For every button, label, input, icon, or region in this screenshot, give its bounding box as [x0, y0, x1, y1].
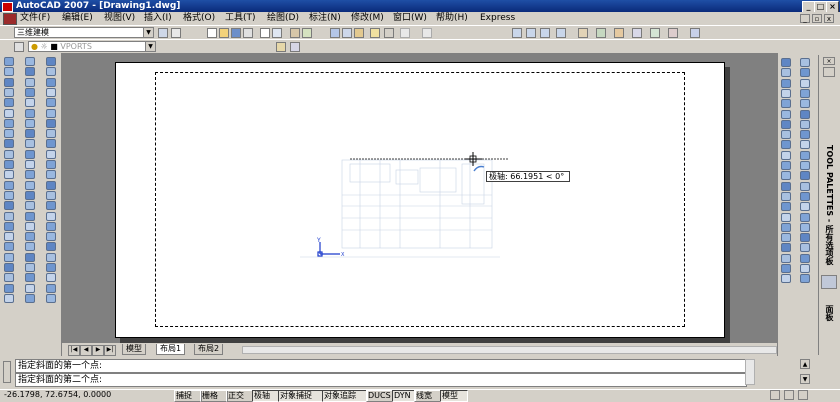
point-tool-icon[interactable]: [800, 181, 810, 191]
polyline-tool-icon[interactable]: [800, 264, 810, 273]
drawing-geometry: Y X: [300, 152, 508, 258]
status-toggle-9[interactable]: 模型: [440, 390, 468, 402]
polyline-tool-icon[interactable]: [781, 78, 791, 88]
panel-title: 面板: [825, 305, 834, 321]
line-tool-icon[interactable]: [800, 243, 810, 253]
command-scroll-track[interactable]: [745, 359, 755, 385]
status-toggle-3[interactable]: 极轴: [252, 390, 280, 402]
tool-palettes-window[interactable]: × TOOL PALETTES - 所有选项板 面板: [818, 55, 840, 355]
insert-block-tool-icon[interactable]: [800, 161, 810, 170]
polyline-tool-icon[interactable]: [781, 264, 791, 273]
point-tool-icon[interactable]: [781, 181, 791, 191]
tool-palettes-title: TOOL PALETTES - 所有选项板: [825, 145, 834, 266]
make-block-tool-icon[interactable]: [800, 171, 810, 181]
status-toggle-8[interactable]: 线宽: [414, 390, 442, 402]
ellipse-tool-icon[interactable]: [800, 150, 810, 160]
communication-center-icon[interactable]: [770, 390, 780, 400]
region-tool-icon[interactable]: [781, 212, 791, 222]
properties-icon[interactable]: [823, 67, 835, 77]
polyline-tool-icon[interactable]: [800, 78, 810, 88]
last-tab-icon[interactable]: ▶|: [104, 345, 116, 356]
command-window: 指定斜面的第一个点: 指定斜面的第二个点: ▲ ▼: [0, 357, 840, 389]
region-tool-icon[interactable]: [800, 212, 810, 222]
construction-line-tool-icon[interactable]: [800, 253, 810, 263]
ucs-y-label: Y: [316, 237, 321, 244]
prev-tab-icon[interactable]: ◀: [80, 345, 92, 356]
command-history-line: 指定斜面的第一个点:: [15, 359, 747, 373]
ucs-x-label: X: [341, 252, 345, 258]
polar-tooltip: 极轴: 66.1951 < 0°: [486, 171, 570, 182]
hatch-tool-icon[interactable]: [781, 191, 791, 201]
polygon-tool-icon[interactable]: [800, 88, 810, 98]
make-block-tool-icon[interactable]: [781, 171, 791, 181]
line-tool-icon[interactable]: [781, 243, 791, 253]
revision-cloud-tool-icon[interactable]: [781, 130, 791, 140]
gradient-tool-icon[interactable]: [781, 202, 791, 212]
rectangle-tool-icon[interactable]: [800, 99, 810, 109]
command-input-line[interactable]: 指定斜面的第二个点:: [15, 373, 747, 387]
revision-cloud-tool-icon[interactable]: [800, 130, 810, 140]
tab-model[interactable]: 模型: [122, 344, 146, 355]
close-icon[interactable]: ×: [823, 57, 835, 65]
line-tool-icon[interactable]: [781, 58, 791, 67]
construction-line-tool-icon[interactable]: [781, 68, 791, 78]
arc-tool-icon[interactable]: [800, 109, 810, 119]
gradient-tool-icon[interactable]: [800, 202, 810, 212]
palette-tab-icon[interactable]: [821, 275, 837, 289]
multiline-text-tool-icon[interactable]: [800, 233, 810, 243]
scroll-up-icon[interactable]: ▲: [800, 359, 810, 369]
status-toggle-1[interactable]: 栅格: [200, 390, 228, 402]
layout-tab-bar: |◀ ◀ ▶ ▶| 模型 布局1 布局2: [62, 344, 777, 356]
rectangle-tool-icon[interactable]: [781, 99, 791, 109]
coordinate-readout[interactable]: -26.1798, 72.6754, 0.0000: [4, 390, 111, 400]
first-tab-icon[interactable]: |◀: [68, 345, 80, 356]
ellipse-tool-icon[interactable]: [781, 150, 791, 160]
table-tool-icon[interactable]: [800, 222, 810, 232]
lock-icon[interactable]: [784, 390, 794, 400]
status-bar: -26.1798, 72.6754, 0.0000 捕捉 栅格 正交 极轴 对象捕捉 对象…: [0, 389, 840, 402]
status-toggle-2[interactable]: 正交: [226, 390, 254, 402]
arc-tool-icon[interactable]: [781, 109, 791, 119]
multiline-text-tool-icon[interactable]: [781, 233, 791, 243]
next-tab-icon[interactable]: ▶: [92, 345, 104, 356]
status-toggle-6[interactable]: DUCS: [366, 390, 394, 402]
horizontal-scrollbar[interactable]: [242, 346, 777, 354]
construction-line-tool-icon[interactable]: [781, 253, 791, 263]
circle-tool-icon[interactable]: [800, 119, 810, 129]
clean-screen-icon[interactable]: [798, 390, 808, 400]
insert-block-tool-icon[interactable]: [781, 161, 791, 170]
ucs-icon: [317, 242, 340, 257]
polygon-tool-icon[interactable]: [781, 274, 791, 284]
status-toggle-4[interactable]: 对象捕捉: [278, 390, 324, 402]
hatch-tool-icon[interactable]: [800, 191, 810, 201]
status-toggle-5[interactable]: 对象追踪: [322, 390, 368, 402]
command-grip[interactable]: [3, 361, 11, 383]
status-toggle-0[interactable]: 捕捉: [174, 390, 202, 402]
spline-tool-icon[interactable]: [800, 140, 810, 150]
polygon-tool-icon[interactable]: [781, 88, 791, 98]
construction-line-tool-icon[interactable]: [800, 68, 810, 78]
tab-layout1[interactable]: 布局1: [156, 344, 186, 355]
scroll-down-icon[interactable]: ▼: [800, 374, 810, 384]
circle-tool-icon[interactable]: [781, 119, 791, 129]
spline-tool-icon[interactable]: [781, 140, 791, 150]
status-toggle-7[interactable]: DYN: [392, 390, 416, 402]
table-tool-icon[interactable]: [781, 222, 791, 232]
polygon-tool-icon[interactable]: [800, 274, 810, 284]
tab-layout2[interactable]: 布局2: [194, 344, 224, 355]
line-tool-icon[interactable]: [800, 58, 810, 67]
